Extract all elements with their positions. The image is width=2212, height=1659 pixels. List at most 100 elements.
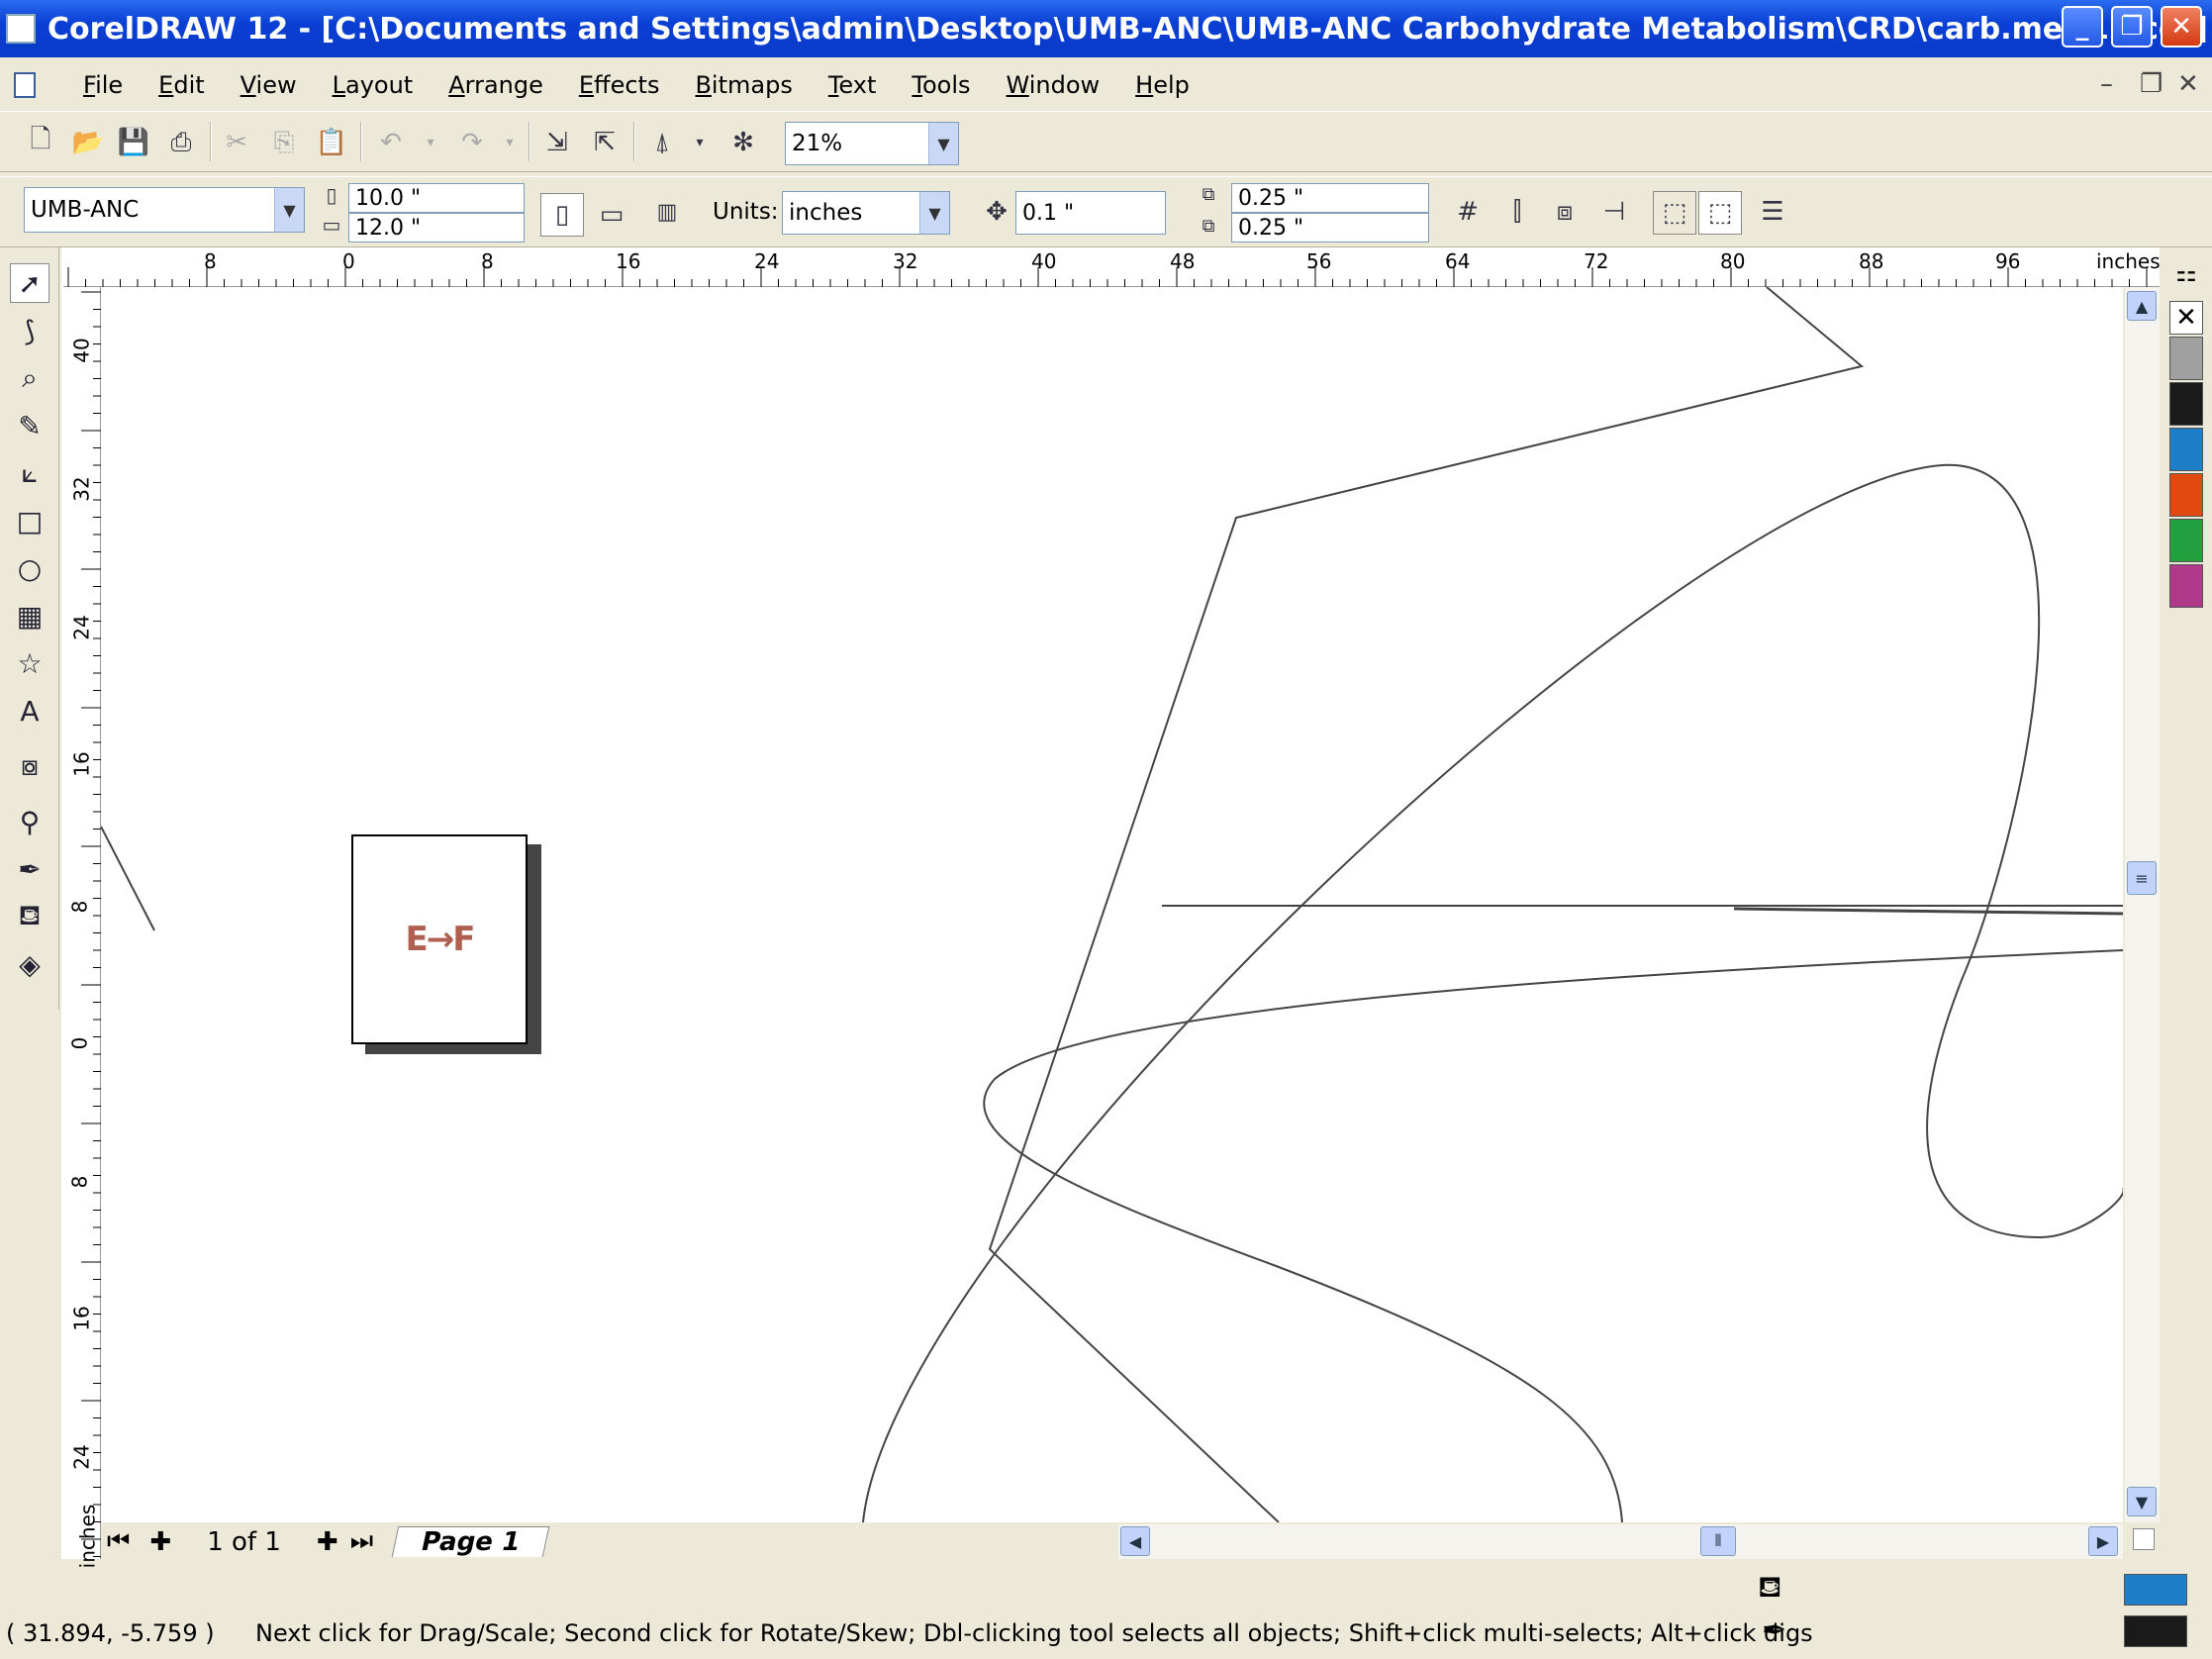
scroll-up-button[interactable]: ▲ xyxy=(2127,291,2157,321)
horizontal-scrollbar[interactable]: ◀ ⦀ ▶ xyxy=(1118,1524,2123,1559)
doc-restore-icon[interactable]: ❐ xyxy=(2140,69,2163,99)
page-border[interactable]: E→F xyxy=(351,834,528,1044)
outline-tool-icon[interactable]: ✒ xyxy=(10,849,49,889)
swatch-orange[interactable] xyxy=(2169,473,2203,517)
doc-minimize-icon[interactable]: – xyxy=(2100,69,2113,99)
scroll-down-button[interactable]: ▼ xyxy=(2127,1487,2157,1516)
smart-fill-tool-icon[interactable]: ⟀ xyxy=(10,453,49,493)
menu-layout[interactable]: Layout xyxy=(315,71,432,99)
menu-file[interactable]: File xyxy=(65,71,141,99)
eyedropper-tool-icon[interactable]: ⚲ xyxy=(10,802,49,841)
scroll-right-button[interactable]: ▶ xyxy=(2088,1526,2118,1556)
snap-to-grid-icon[interactable]: # xyxy=(1451,195,1485,229)
chevron-down-icon[interactable]: ▼ xyxy=(928,123,958,164)
duplicate-x-input[interactable]: 0.25 " xyxy=(1231,183,1429,213)
first-page-icon[interactable]: ⏮ xyxy=(107,1526,130,1557)
rectangle-tool-icon[interactable]: □ xyxy=(10,501,49,540)
vertical-scrollbar[interactable]: ▲ ≡ ▼ xyxy=(2125,287,2160,1522)
swatch-black[interactable] xyxy=(2169,382,2203,426)
zoom-combo[interactable]: 21% ▼ xyxy=(785,122,959,165)
portrait-icon[interactable]: ▯ xyxy=(540,193,584,237)
drawing-canvas[interactable]: E→F xyxy=(101,287,2123,1522)
minimize-button[interactable]: _ xyxy=(2062,6,2103,48)
last-page-icon[interactable]: ⏭ xyxy=(350,1526,373,1557)
ellipse-tool-icon[interactable]: ○ xyxy=(10,548,49,588)
add-page-before-icon[interactable]: ✚ xyxy=(149,1527,171,1557)
units-combo[interactable]: inches ▼ xyxy=(782,191,950,235)
snap-to-guidelines-icon[interactable]: ⫿ xyxy=(1500,195,1534,229)
draw-with-tools-icon[interactable]: ⬚ xyxy=(1698,191,1742,235)
doc-close-icon[interactable]: ✕ xyxy=(2177,69,2199,99)
open-icon[interactable]: 📂 xyxy=(71,126,105,159)
paste-icon[interactable]: 📋 xyxy=(315,126,348,159)
menu-effects[interactable]: Effects xyxy=(561,71,678,99)
new-icon[interactable]: 🗋 xyxy=(24,125,57,159)
graph-paper-tool-icon[interactable]: ▦ xyxy=(10,596,49,635)
zoom-tool-icon[interactable]: ⌕ xyxy=(10,358,49,398)
interactive-blend-tool-icon[interactable]: ⧇ xyxy=(10,746,49,786)
star-tool-icon[interactable]: ☆ xyxy=(10,643,49,683)
swoosh-curve[interactable] xyxy=(983,949,2123,1522)
application-launcher-icon[interactable]: ⍋ xyxy=(645,126,679,159)
paper-type-combo[interactable]: UMB-ANC ▼ xyxy=(24,187,305,233)
menu-arrange[interactable]: Arrange xyxy=(431,71,561,99)
export-icon[interactable]: ⇱ xyxy=(588,126,622,159)
horizontal-ruler[interactable]: 8 0 8 16 24 32 40 48 56 64 72 80 88 96 i… xyxy=(63,247,2161,287)
interactive-fill-tool-icon[interactable]: ◈ xyxy=(10,944,49,984)
menu-edit[interactable]: Edit xyxy=(141,71,222,99)
document-icon[interactable] xyxy=(14,72,36,98)
menu-tools[interactable]: Tools xyxy=(894,71,988,99)
freehand-tool-icon[interactable]: ✎ xyxy=(10,406,49,445)
scroll-left-button[interactable]: ◀ xyxy=(1120,1526,1150,1556)
swatch-blue[interactable] xyxy=(2169,428,2203,471)
horizontal-scroll-thumb[interactable]: ⦀ xyxy=(1700,1526,1736,1556)
curve-loop[interactable] xyxy=(862,463,2123,1522)
shape-tool-icon[interactable]: ⟆ xyxy=(10,311,49,350)
menu-bitmaps[interactable]: Bitmaps xyxy=(677,71,810,99)
tab-page-1[interactable]: Page 1 xyxy=(391,1526,550,1557)
menu-text[interactable]: Text xyxy=(811,71,895,99)
undo-icon[interactable]: ↶ xyxy=(374,126,408,159)
page-height-input[interactable]: 12.0 " xyxy=(348,213,525,243)
menu-help[interactable]: Help xyxy=(1117,71,1207,99)
add-page-after-icon[interactable]: ✚ xyxy=(317,1527,338,1557)
palette-options-icon[interactable]: ⚏ xyxy=(2169,259,2203,293)
duplicate-y-input[interactable]: 0.25 " xyxy=(1231,213,1429,243)
undo-dropdown-icon[interactable]: ▾ xyxy=(414,126,447,159)
swatch-magenta[interactable] xyxy=(2169,564,2203,608)
page-width-input[interactable]: 10.0 " xyxy=(348,183,525,213)
fill-tool-icon[interactable]: ⛾ xyxy=(10,897,49,936)
cut-icon[interactable]: ✂ xyxy=(220,126,253,159)
snap-to-objects-icon[interactable]: ⧈ xyxy=(1548,195,1582,229)
menu-view[interactable]: View xyxy=(223,71,315,99)
dynamic-guides-icon[interactable]: ⊣ xyxy=(1597,195,1631,229)
treat-as-filled-icon[interactable]: ⬚ xyxy=(1653,191,1696,235)
launcher-dropdown-icon[interactable]: ▾ xyxy=(683,126,717,159)
left-edge-line[interactable] xyxy=(101,826,155,931)
chevron-down-icon[interactable]: ▼ xyxy=(919,192,949,234)
redo-dropdown-icon[interactable]: ▾ xyxy=(493,126,527,159)
corel-online-icon[interactable]: ✻ xyxy=(726,126,760,159)
save-icon[interactable]: 💾 xyxy=(117,126,150,159)
copy-icon[interactable]: ⎘ xyxy=(267,126,301,159)
nudge-input[interactable]: 0.1 " xyxy=(1015,191,1166,235)
vertical-scroll-thumb[interactable]: ≡ xyxy=(2127,861,2157,895)
chevron-down-icon[interactable]: ▼ xyxy=(274,188,304,232)
no-color-swatch[interactable]: ✕ xyxy=(2169,301,2203,335)
options-icon[interactable]: ☰ xyxy=(1756,195,1789,229)
page-layout-icon[interactable]: ▥ xyxy=(647,187,687,237)
text-tool-icon[interactable]: A xyxy=(10,691,49,731)
menu-window[interactable]: Window xyxy=(989,71,1118,99)
swatch-gray[interactable] xyxy=(2169,337,2203,380)
vertical-ruler[interactable]: 40 32 24 16 8 0 8 16 24 inches xyxy=(61,287,101,1568)
redo-icon[interactable]: ↷ xyxy=(455,126,489,159)
pick-tool-icon[interactable]: ➚ xyxy=(10,263,49,303)
fill-color-indicator[interactable] xyxy=(2124,1574,2187,1606)
landscape-icon[interactable]: ▭ xyxy=(592,193,631,237)
outline-color-indicator[interactable] xyxy=(2124,1615,2187,1647)
close-button[interactable]: ✕ xyxy=(2161,6,2202,48)
app-icon[interactable] xyxy=(6,14,36,44)
horizontal-line-2[interactable] xyxy=(1733,907,2123,916)
import-icon[interactable]: ⇲ xyxy=(540,126,574,159)
restore-button[interactable]: ❐ xyxy=(2111,6,2153,48)
